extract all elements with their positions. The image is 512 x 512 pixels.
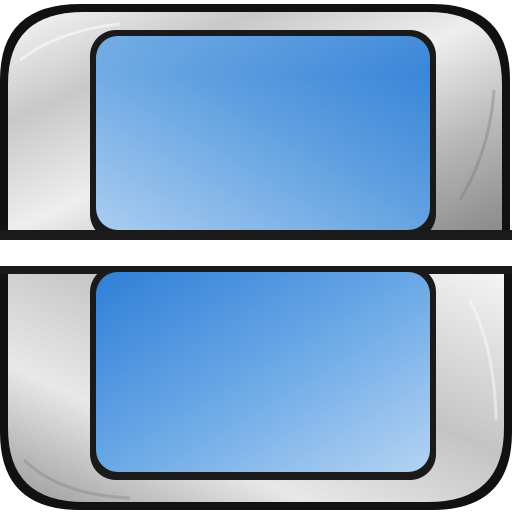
dual-screen-handheld-icon (0, 0, 512, 512)
bottom-screen (90, 266, 436, 480)
handheld-graphic (0, 4, 512, 510)
top-screen (90, 30, 436, 240)
